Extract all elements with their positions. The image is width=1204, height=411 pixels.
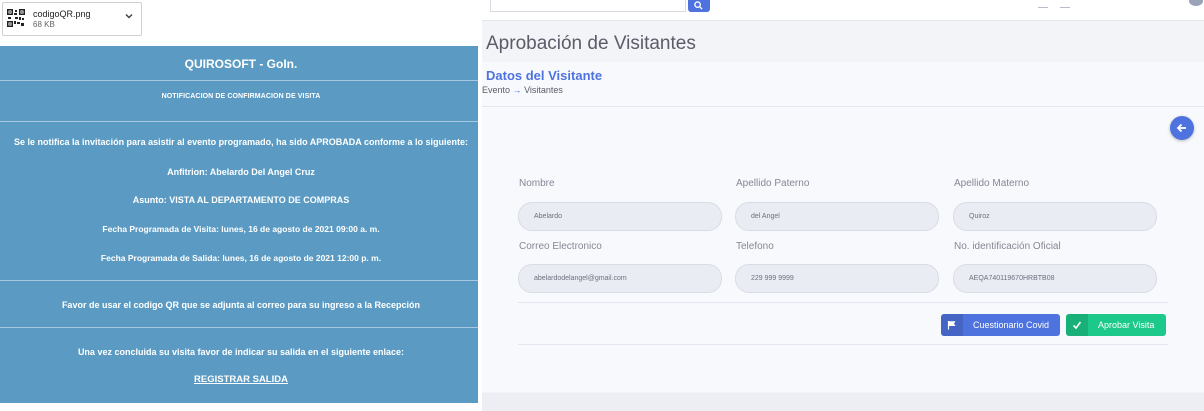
download-bar: codigoQR.png 68 KB: [0, 0, 478, 46]
alerts-icon[interactable]: [1038, 1, 1048, 8]
divider: [518, 302, 1168, 303]
download-item[interactable]: codigoQR.png 68 KB: [2, 2, 142, 36]
search-button[interactable]: [688, 0, 710, 12]
back-button[interactable]: [1170, 116, 1194, 140]
label-identificacion: No. identificación Oficial: [954, 241, 1061, 252]
download-file-size: 68 KB: [33, 20, 55, 29]
email-visit-date: Fecha Programada de Visita: lunes, 16 de…: [102, 224, 380, 234]
divider: [0, 280, 482, 281]
visitor-approval-app: Aprobación de Visitantes Datos del Visit…: [482, 0, 1204, 411]
label-telefono: Telefono: [736, 241, 774, 252]
qr-code-icon: [7, 9, 25, 27]
divider: [0, 80, 482, 81]
top-navbar: [482, 0, 1204, 21]
aprobar-visita-button[interactable]: Aprobar Visita: [1066, 314, 1166, 336]
search-icon: [694, 1, 703, 10]
breadcrumb: Evento → Visitantes: [482, 85, 563, 95]
search-input[interactable]: [490, 0, 686, 12]
footer-strip: [482, 393, 1204, 411]
breadcrumb-item-evento[interactable]: Evento: [482, 85, 510, 95]
card-header: Datos del Visitante Evento → Visitantes: [482, 62, 1204, 107]
telefono-field[interactable]: 229 999 9999: [735, 264, 939, 293]
email-title: QUIROSOFT - GoIn.: [184, 57, 298, 71]
email-host: Anfitrion: Abelardo Del Angel Cruz: [167, 167, 315, 177]
identificacion-field[interactable]: AEQA740119670HRBTB08: [953, 264, 1157, 293]
notification-email: QUIROSOFT - GoIn. NOTIFICACION DE CONFIR…: [0, 46, 482, 403]
apellido-materno-field[interactable]: Quiroz: [953, 202, 1157, 231]
label-apellido-paterno: Apellido Paterno: [736, 178, 810, 189]
panel-gutter: [478, 46, 482, 403]
panel-bottom: [0, 403, 482, 411]
cuestionario-covid-button[interactable]: Cuestionario Covid: [941, 314, 1060, 336]
check-icon: [1066, 314, 1088, 336]
email-field[interactable]: abelardodelangel@gmail.com: [518, 264, 722, 293]
avatar[interactable]: [1189, 0, 1203, 6]
email-end-note: Una vez concluida su visita favor de ind…: [77, 347, 405, 357]
breadcrumb-item-visitantes: Visitantes: [524, 85, 563, 95]
messages-icon[interactable]: [1060, 1, 1070, 8]
registrar-salida-link[interactable]: REGISTRAR SALIDA: [0, 374, 482, 385]
email-subtitle: NOTIFICACION DE CONFIRMACION DE VISITA: [161, 93, 321, 100]
label-correo: Correo Electronico: [519, 241, 602, 252]
divider: [0, 327, 482, 328]
page-title: Aprobación de Visitantes: [486, 33, 696, 54]
email-subject: Asunto: VISTA AL DEPARTAMENTO DE COMPRAS: [132, 195, 350, 205]
email-qr-note: Favor de usar el codigo QR que se adjunt…: [61, 300, 421, 310]
download-file-name: codigoQR.png: [33, 9, 91, 19]
email-intro: Se le notifica la invitación para asisti…: [14, 137, 468, 147]
apellido-paterno-field[interactable]: del Angel: [735, 202, 939, 231]
label-nombre: Nombre: [519, 178, 555, 189]
arrow-left-icon: [1176, 123, 1186, 133]
aprobar-visita-label: Aprobar Visita: [1098, 320, 1155, 330]
arrow-right-icon: →: [512, 85, 522, 95]
label-apellido-materno: Apellido Materno: [954, 178, 1030, 189]
flag-icon: [941, 314, 963, 336]
divider: [518, 344, 1168, 345]
chevron-down-icon[interactable]: [124, 12, 134, 20]
divider: [0, 121, 482, 122]
nombre-field[interactable]: Abelardo: [518, 202, 722, 231]
user-menu[interactable]: [1080, 0, 1192, 8]
email-exit-date: Fecha Programada de Salida: lunes, 16 de…: [100, 253, 382, 263]
card-title: Datos del Visitante: [486, 68, 603, 83]
cuestionario-covid-label: Cuestionario Covid: [973, 320, 1050, 330]
